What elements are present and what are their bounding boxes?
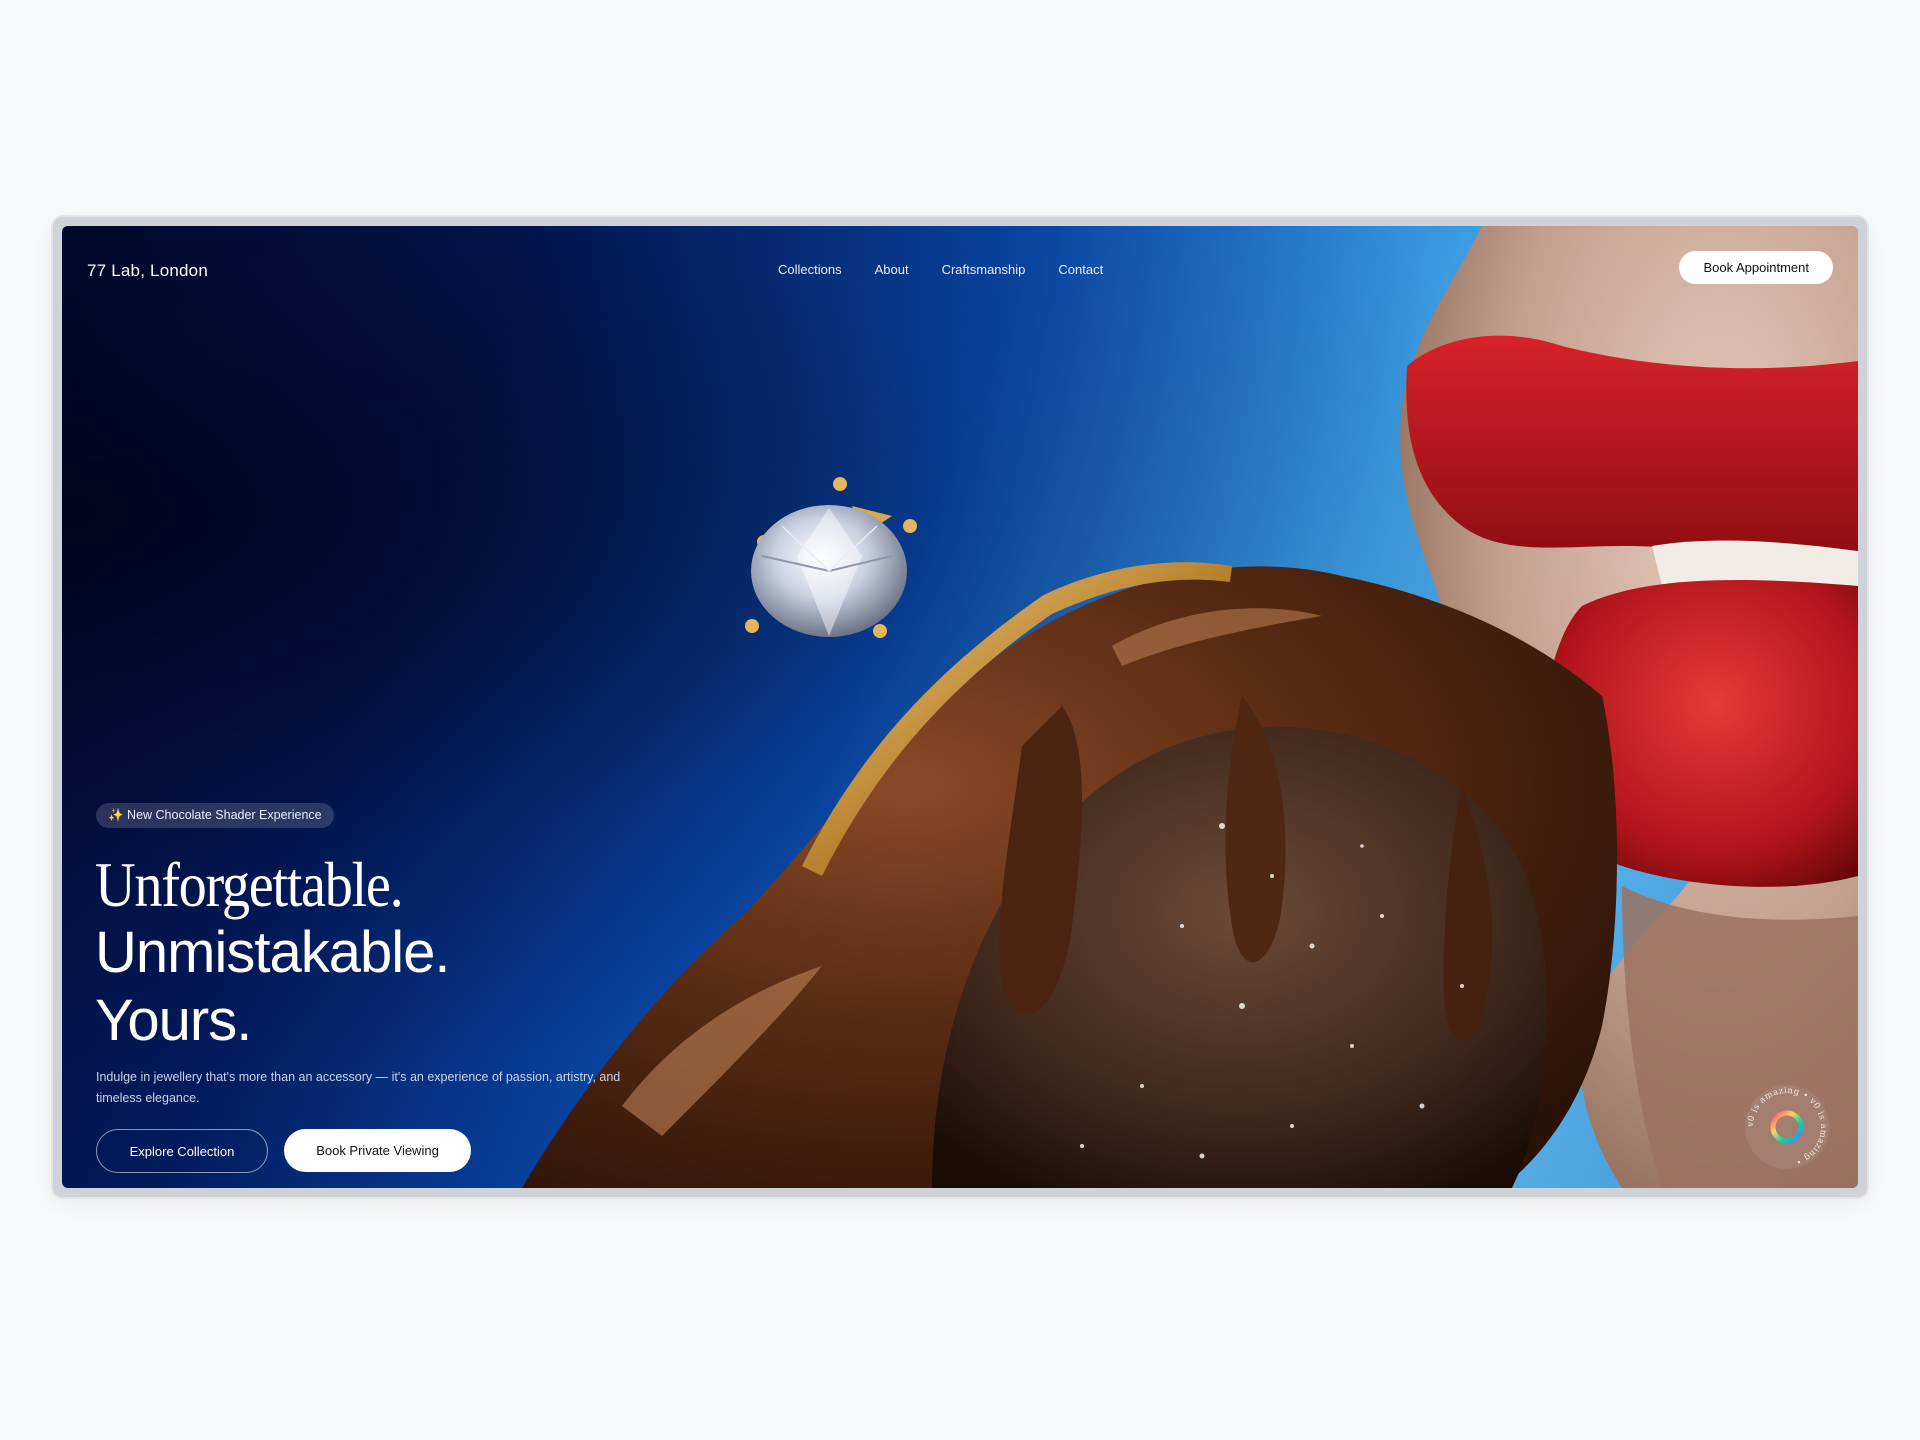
book-appointment-button[interactable]: Book Appointment bbox=[1679, 251, 1833, 284]
nav-contact[interactable]: Contact bbox=[1058, 262, 1103, 277]
hero-section: 77 Lab, London Collections About Craftsm… bbox=[62, 226, 1858, 1188]
main-nav: Collections About Craftsmanship Contact bbox=[778, 262, 1103, 277]
headline-line-2: Unmistakable. bbox=[95, 920, 450, 985]
nav-about[interactable]: About bbox=[875, 262, 909, 277]
headline-line-1: Unforgettable. bbox=[95, 849, 404, 920]
headline-line-3: Yours. bbox=[95, 988, 252, 1053]
brand-logo[interactable]: 77 Lab, London bbox=[87, 261, 208, 281]
diamond bbox=[751, 505, 907, 637]
announcement-badge[interactable]: ✨ New Chocolate Shader Experience bbox=[96, 803, 334, 828]
nav-collections[interactable]: Collections bbox=[778, 262, 842, 277]
book-private-viewing-button[interactable]: Book Private Viewing bbox=[284, 1129, 471, 1172]
browser-frame: 77 Lab, London Collections About Craftsm… bbox=[53, 217, 1867, 1197]
rotating-badge-icon[interactable]: v0 is amazing • v0 is amazing • bbox=[1742, 1082, 1832, 1172]
hero-headline: Unforgettable. Unmistakable. Yours. bbox=[95, 849, 450, 1055]
upper-lip bbox=[1406, 335, 1858, 556]
explore-collection-button[interactable]: Explore Collection bbox=[96, 1129, 268, 1173]
badge-label: ✨ New Chocolate Shader Experience bbox=[108, 808, 322, 822]
hero-description: Indulge in jewellery that's more than an… bbox=[96, 1070, 621, 1105]
nav-craftsmanship[interactable]: Craftsmanship bbox=[942, 262, 1026, 277]
